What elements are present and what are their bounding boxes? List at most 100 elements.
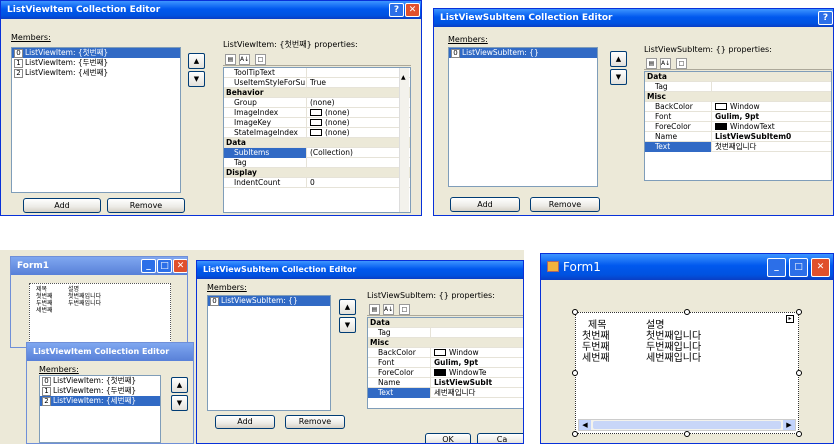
property-pages-icon[interactable]: □ — [399, 304, 410, 315]
move-down-button[interactable]: ▼ — [171, 395, 188, 411]
property-value[interactable]: (none) — [306, 128, 410, 137]
minimize-button[interactable]: _ — [141, 259, 156, 273]
property-row[interactable]: Font Gulim, 9pt — [368, 358, 523, 368]
member-item[interactable]: 0 ListViewSubItem: {} — [449, 48, 597, 58]
column-header-description[interactable]: 설명 — [646, 316, 664, 331]
property-value[interactable] — [430, 328, 523, 337]
property-row[interactable]: Font Gulim, 9pt — [645, 112, 831, 122]
categorized-icon[interactable]: ▤ — [369, 304, 380, 315]
close-button[interactable]: ✕ — [405, 3, 420, 17]
property-scrollbar[interactable]: ▲ — [399, 68, 409, 212]
property-value[interactable]: (none) — [306, 108, 410, 117]
member-item[interactable]: 1 ListViewItem: {두번째} — [12, 58, 180, 68]
alphabetical-icon[interactable]: A↓ — [239, 54, 250, 65]
resize-handle[interactable] — [572, 370, 578, 376]
property-row[interactable]: Group (none) — [224, 98, 410, 108]
move-up-button[interactable]: ▲ — [171, 377, 188, 393]
maximize-button[interactable]: □ — [157, 259, 172, 273]
members-list[interactable]: 0 ListViewItem: {첫번째} 1 ListViewItem: {두번째}… — [11, 47, 181, 193]
property-value[interactable]: (Collection) — [306, 148, 410, 157]
remove-button[interactable]: Remove — [107, 198, 185, 213]
property-row[interactable]: Tag — [645, 82, 831, 92]
property-row[interactable]: BackColor Window — [645, 102, 831, 112]
property-row[interactable]: ImageKey (none) — [224, 118, 410, 128]
property-row[interactable]: BackColor Window — [368, 348, 523, 358]
list-item[interactable]: 두번째 두번째입니다 — [576, 342, 798, 353]
property-value[interactable]: (none) — [306, 118, 410, 127]
members-list[interactable]: 0 ListViewItem: {첫번째} 1 ListViewItem: {두번째}… — [39, 375, 161, 443]
property-grid[interactable]: ToolTipText UseItemStyleForSu True Behavior… — [223, 67, 411, 213]
property-value[interactable]: Window — [711, 102, 831, 111]
categorized-icon[interactable]: ▤ — [225, 54, 236, 65]
property-value[interactable]: ListViewSubItem0 — [711, 132, 831, 141]
move-up-button[interactable]: ▲ — [188, 53, 205, 69]
add-button[interactable]: Add — [215, 415, 275, 429]
minimize-button[interactable]: _ — [767, 258, 786, 277]
member-item[interactable]: 2 ListViewItem: {세번째} — [12, 68, 180, 78]
property-value[interactable]: Window — [430, 348, 523, 357]
member-item[interactable]: 1 ListViewItem: {두번째} — [40, 386, 160, 396]
move-down-button[interactable]: ▼ — [339, 317, 356, 333]
property-row[interactable]: Tag — [368, 328, 523, 338]
property-row[interactable]: ImageIndex (none) — [224, 108, 410, 118]
property-value[interactable]: 세번째입니다 — [430, 388, 523, 397]
members-list[interactable]: 0 ListViewSubItem: {} — [448, 47, 598, 187]
resize-handle[interactable] — [684, 431, 690, 437]
add-button[interactable]: Add — [23, 198, 101, 213]
resize-handle[interactable] — [572, 431, 578, 437]
property-row[interactable]: SubItems (Collection) — [224, 148, 410, 158]
resize-handle[interactable] — [796, 309, 802, 315]
list-item[interactable]: 첫번째 첫번째입니다 — [576, 331, 798, 342]
move-up-button[interactable]: ▲ — [339, 299, 356, 315]
members-list[interactable]: 0 ListViewSubItem: {} — [207, 295, 331, 411]
property-row[interactable]: Name ListViewSubIt — [368, 378, 523, 388]
column-header[interactable]: 설명 — [68, 284, 79, 293]
list-item[interactable]: 두번째 두번째입니다 — [30, 300, 170, 307]
resize-handle[interactable] — [684, 309, 690, 315]
move-up-button[interactable]: ▲ — [610, 51, 627, 67]
resize-handle[interactable] — [796, 431, 802, 437]
ok-button[interactable]: OK — [425, 433, 471, 443]
close-button[interactable]: ✕ — [173, 259, 187, 273]
move-down-button[interactable]: ▼ — [610, 69, 627, 85]
list-item[interactable]: 세번째 세번째입니다 — [576, 353, 798, 364]
property-value[interactable]: WindowText — [711, 122, 831, 131]
member-item[interactable]: 0 ListViewItem: {첫번째} — [40, 376, 160, 386]
property-value[interactable]: Gulim, 9pt — [430, 358, 523, 367]
remove-button[interactable]: Remove — [530, 197, 600, 212]
categorized-icon[interactable]: ▤ — [646, 58, 657, 69]
property-row[interactable]: Text 세번째입니다 — [368, 388, 523, 398]
property-row[interactable]: Name ListViewSubItem0 — [645, 132, 831, 142]
property-value[interactable] — [711, 82, 831, 91]
alphabetical-icon[interactable]: A↓ — [383, 304, 394, 315]
property-row[interactable]: ForeColor WindowText — [645, 122, 831, 132]
resize-handle[interactable] — [572, 309, 578, 315]
horizontal-scrollbar[interactable]: ◀ ▶ — [578, 419, 796, 431]
property-row[interactable]: StateImageIndex (none) — [224, 128, 410, 138]
member-item[interactable]: 2 ListViewItem: {세번째} — [40, 396, 160, 406]
member-item[interactable]: 0 ListViewItem: {첫번째} — [12, 48, 180, 58]
property-value[interactable]: Gulim, 9pt — [711, 112, 831, 121]
form-listview[interactable]: 제목 설명 첫번째 첫번째입니다 두번째 두번째입니다 세번째 — [29, 283, 171, 343]
resize-handle[interactable] — [796, 370, 802, 376]
property-value[interactable]: True — [306, 78, 410, 87]
property-value[interactable]: ListViewSubIt — [430, 378, 523, 387]
member-item[interactable]: 0 ListViewSubItem: {} — [208, 296, 330, 306]
property-row[interactable]: Text 첫번째입니다 — [645, 142, 831, 152]
property-pages-icon[interactable]: □ — [676, 58, 687, 69]
property-row[interactable]: ForeColor WindowTe — [368, 368, 523, 378]
move-down-button[interactable]: ▼ — [188, 71, 205, 87]
listview-control[interactable]: 제목 설명 첫번째 첫번째입니다 두번째 두번째입니다 세번째 세번째입니다 ◀ ▶ ▸ — [575, 312, 799, 434]
property-row[interactable]: IndentCount 0 — [224, 178, 410, 188]
property-value[interactable]: 0 — [306, 178, 410, 187]
maximize-button[interactable]: □ — [789, 258, 808, 277]
remove-button[interactable]: Remove — [285, 415, 345, 429]
property-value[interactable]: WindowTe — [430, 368, 523, 377]
property-grid[interactable]: Data Tag Misc BackColor Window Font Gulim, 9pt… — [644, 71, 832, 181]
alphabetical-icon[interactable]: A↓ — [660, 58, 671, 69]
property-row[interactable]: UseItemStyleForSu True — [224, 78, 410, 88]
property-value[interactable] — [306, 68, 410, 77]
list-item[interactable]: 첫번째 첫번째입니다 — [30, 293, 170, 300]
column-header[interactable]: 제목 — [36, 284, 47, 293]
property-value[interactable] — [306, 158, 410, 167]
